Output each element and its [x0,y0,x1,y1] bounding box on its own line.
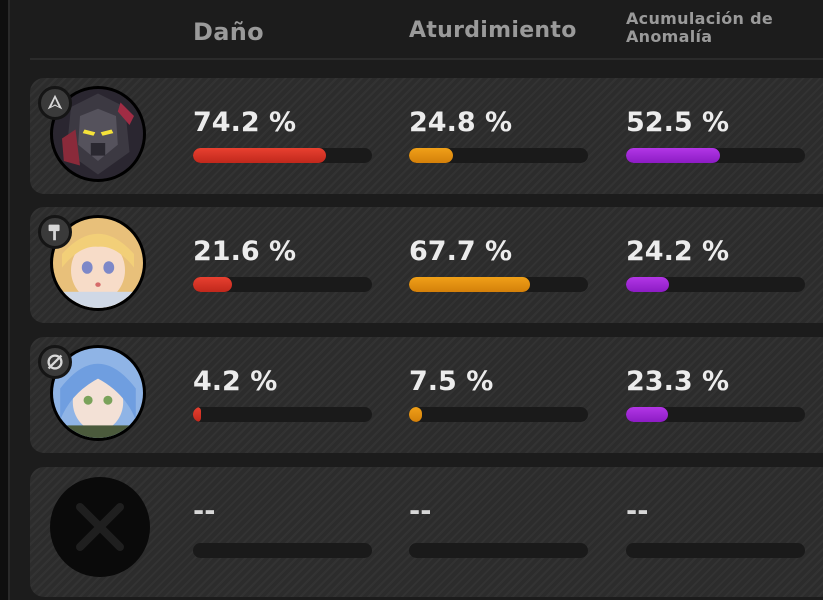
damage-bar [193,407,372,422]
empty-slot-x-icon [50,477,150,577]
attack-role-icon [38,86,72,120]
anomaly-stat: 24.2 % [626,207,806,292]
header-daze: Aturdimiento [409,18,577,43]
damage-bar-fill [193,148,326,163]
anomaly-bar [626,148,805,163]
anomaly-bar [626,407,805,422]
agent-row-3[interactable]: 4.2 % 7.5 % 23.3 % [30,337,823,453]
daze-bar [409,407,588,422]
daze-bar [409,277,588,292]
daze-value: 67.7 % [409,236,513,267]
anomaly-value: 24.2 % [626,236,730,267]
anomaly-stat: 23.3 % [626,337,806,422]
daze-bar-fill [409,407,423,422]
agent-row-4-empty[interactable]: -- -- -- [30,467,823,597]
daze-value: -- [409,496,432,527]
daze-stat: 24.8 % [409,78,589,163]
daze-bar [409,543,588,558]
column-headers: Daño Aturdimiento Acumulación de Anomalí… [0,0,823,60]
agent-row-1[interactable]: 74.2 % 24.8 % 52.5 % [30,78,823,194]
damage-bar [193,543,372,558]
damage-stat: -- [193,467,373,558]
anomaly-stat: -- [626,467,806,558]
damage-bar-fill [193,407,201,422]
damage-stat: 74.2 % [193,78,373,163]
anomaly-value: -- [626,496,649,527]
anomaly-bar-fill [626,148,720,163]
damage-value: -- [193,496,216,527]
damage-stat: 4.2 % [193,337,373,422]
anomaly-value: 23.3 % [626,366,730,397]
damage-bar [193,148,372,163]
daze-bar-fill [409,277,531,292]
stun-role-icon [38,215,72,249]
agent-row-2[interactable]: 21.6 % 67.7 % 24.2 % [30,207,823,323]
damage-bar-fill [193,277,232,292]
daze-bar [409,148,588,163]
anomaly-bar [626,277,805,292]
damage-bar [193,277,372,292]
damage-stat: 21.6 % [193,207,373,292]
daze-stat: -- [409,467,589,558]
anomaly-stat: 52.5 % [626,78,806,163]
anomaly-bar [626,543,805,558]
daze-value: 7.5 % [409,366,494,397]
header-anomaly: Acumulación de Anomalía [626,9,774,46]
daze-stat: 7.5 % [409,337,589,422]
daze-value: 24.8 % [409,107,513,138]
anomaly-bar-fill [626,277,670,292]
daze-stat: 67.7 % [409,207,589,292]
header-divider [30,58,823,60]
damage-value: 74.2 % [193,107,297,138]
damage-value: 21.6 % [193,236,297,267]
anomaly-role-icon [38,345,72,379]
anomaly-bar-fill [626,407,668,422]
daze-bar-fill [409,148,454,163]
damage-value: 4.2 % [193,366,278,397]
anomaly-value: 52.5 % [626,107,730,138]
header-damage: Daño [193,18,264,46]
